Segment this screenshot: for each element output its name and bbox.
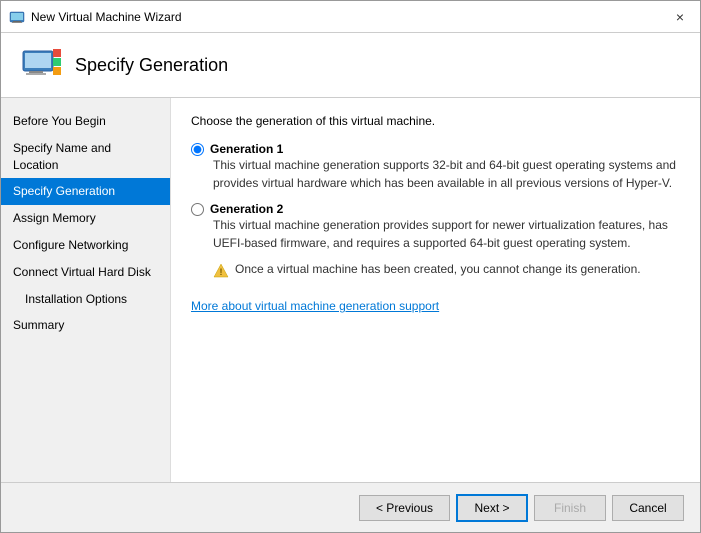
next-button[interactable]: Next >	[456, 494, 528, 522]
generation-support-link[interactable]: More about virtual machine generation su…	[191, 299, 439, 313]
content-description: Choose the generation of this virtual ma…	[191, 114, 680, 128]
finish-button[interactable]: Finish	[534, 495, 606, 521]
svg-text:!: !	[220, 267, 223, 277]
generation1-option: Generation 1 This virtual machine genera…	[191, 142, 680, 192]
warning-icon: !	[213, 263, 229, 279]
sidebar-item-before-you-begin[interactable]: Before You Begin	[1, 108, 170, 135]
header-icon	[21, 49, 61, 81]
content-area: Choose the generation of this virtual ma…	[171, 98, 700, 482]
generation2-radio[interactable]	[191, 203, 204, 216]
sidebar: Before You Begin Specify Name and Locati…	[1, 98, 171, 482]
warning-text: Once a virtual machine has been created,…	[235, 262, 641, 276]
previous-button[interactable]: < Previous	[359, 495, 450, 521]
sidebar-item-assign-memory[interactable]: Assign Memory	[1, 205, 170, 232]
generation1-label[interactable]: Generation 1	[191, 142, 680, 156]
window-icon	[9, 9, 25, 25]
generation2-description: This virtual machine generation provides…	[213, 216, 680, 252]
generation2-option: Generation 2 This virtual machine genera…	[191, 202, 680, 279]
header-section: Specify Generation	[1, 33, 700, 98]
wizard-window: New Virtual Machine Wizard × Specify Gen…	[0, 0, 701, 533]
warning-box: ! Once a virtual machine has been create…	[213, 262, 680, 279]
sidebar-item-specify-generation[interactable]: Specify Generation	[1, 178, 170, 205]
sidebar-item-specify-name-location[interactable]: Specify Name and Location	[1, 135, 170, 179]
generation1-radio[interactable]	[191, 143, 204, 156]
link-area: More about virtual machine generation su…	[191, 299, 680, 313]
sidebar-item-connect-virtual-hard-disk[interactable]: Connect Virtual Hard Disk	[1, 259, 170, 286]
page-title: Specify Generation	[75, 55, 228, 76]
title-bar: New Virtual Machine Wizard ×	[1, 1, 700, 33]
sidebar-item-summary[interactable]: Summary	[1, 312, 170, 339]
sidebar-item-installation-options[interactable]: Installation Options	[1, 286, 170, 313]
sidebar-item-configure-networking[interactable]: Configure Networking	[1, 232, 170, 259]
cancel-button[interactable]: Cancel	[612, 495, 684, 521]
footer: < Previous Next > Finish Cancel	[1, 482, 700, 532]
generation2-label[interactable]: Generation 2	[191, 202, 680, 216]
main-content: Before You Begin Specify Name and Locati…	[1, 98, 700, 482]
title-bar-text: New Virtual Machine Wizard	[31, 10, 668, 24]
generation1-description: This virtual machine generation supports…	[213, 156, 680, 192]
close-button[interactable]: ×	[668, 5, 692, 29]
